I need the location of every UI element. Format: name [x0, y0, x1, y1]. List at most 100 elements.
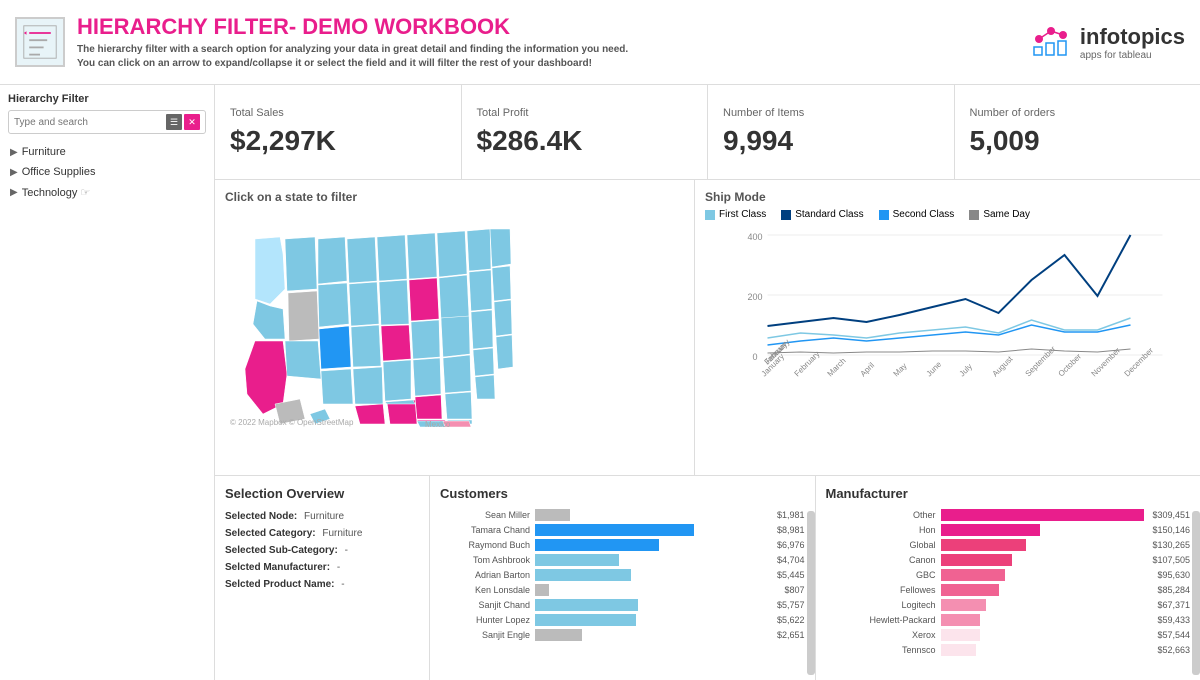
logo-text: infotopics apps for tableau	[1080, 24, 1185, 61]
customer-name: Raymond Buch	[440, 540, 530, 550]
state-az[interactable]	[285, 341, 321, 379]
selection-category-value: Furniture	[322, 528, 362, 539]
app-icon	[15, 17, 65, 67]
customer-bar-fill	[535, 554, 619, 566]
kpi-total-sales-label: Total Sales	[230, 107, 446, 119]
state-va[interactable]	[443, 355, 471, 393]
manufacturer-bar-track	[941, 554, 1145, 566]
state-mt[interactable]	[318, 237, 347, 284]
manufacturer-name: Logitech	[826, 600, 936, 610]
map-copyright: © 2022 Mapbox © OpenStreetMap	[230, 418, 353, 427]
customers-scrollbar[interactable]	[807, 511, 815, 675]
state-nc[interactable]	[445, 392, 472, 419]
map-section: Click on a state to filter	[215, 180, 695, 475]
legend-label-same: Same Day	[983, 209, 1030, 220]
map-container[interactable]: Mexico © 2022 Mapbox © OpenStreetMap	[225, 209, 684, 429]
search-input[interactable]	[14, 117, 166, 128]
main-content: Hierarchy Filter ☰ ✕ ▶ Furniture ▶ Offic…	[0, 85, 1200, 680]
state-id[interactable]	[285, 237, 317, 291]
state-mo[interactable]	[381, 325, 411, 361]
manufacturer-bar-fill	[941, 629, 981, 641]
state-nm[interactable]	[321, 369, 353, 404]
x-jun: June	[925, 359, 944, 378]
customer-bar-row: Hunter Lopez $5,622	[440, 614, 805, 626]
state-wv[interactable]	[441, 316, 470, 357]
logo-name: infotopics	[1080, 24, 1185, 50]
selection-product-value: -	[341, 579, 344, 590]
bottom-row: Selection Overview Selected Node: Furnit…	[215, 475, 1200, 680]
manufacturer-scrollbar[interactable]	[1192, 511, 1200, 675]
manufacturer-value: $309,451	[1152, 510, 1190, 520]
state-ia[interactable]	[379, 280, 409, 325]
selection-node-value: Furniture	[304, 511, 344, 522]
state-sd[interactable]	[349, 282, 379, 326]
selection-category-label: Selected Category:	[225, 528, 316, 539]
state-ok[interactable]	[383, 360, 411, 401]
manufacturer-bar-row: Logitech $67,371	[826, 599, 1191, 611]
state-nv[interactable]	[288, 291, 319, 341]
state-ne[interactable]	[351, 325, 381, 367]
state-mn[interactable]	[377, 235, 407, 281]
state-nj[interactable]	[475, 375, 495, 399]
sidebar-item-technology[interactable]: ▶ Technology ☞	[8, 182, 206, 203]
selection-panel: Selection Overview Selected Node: Furnit…	[215, 476, 430, 680]
state-il[interactable]	[409, 278, 439, 321]
state-me[interactable]	[490, 229, 511, 267]
state-wy[interactable]	[318, 283, 349, 327]
state-wi[interactable]	[407, 233, 437, 279]
customer-bar-fill	[535, 584, 549, 596]
state-mi[interactable]	[437, 231, 467, 277]
legend-dot-second	[879, 210, 889, 220]
infotopics-icon	[1029, 19, 1074, 59]
y-label-400: 400	[748, 232, 763, 242]
manufacturer-value: $59,433	[1157, 615, 1190, 625]
state-ks[interactable]	[353, 367, 383, 404]
manufacturer-bar-fill	[941, 524, 1041, 536]
us-map[interactable]: Mexico	[225, 209, 684, 429]
state-ct[interactable]	[496, 335, 513, 369]
customer-bar-track	[535, 599, 769, 611]
search-actions: ☰ ✕	[166, 114, 200, 130]
y-label-0: 0	[753, 352, 758, 362]
state-ky[interactable]	[413, 358, 441, 396]
cursor-icon: ☞	[80, 186, 90, 199]
selection-subcategory-label: Selected Sub-Category:	[225, 545, 338, 556]
manufacturer-bar-fill	[941, 644, 977, 656]
customer-bar-fill	[535, 614, 636, 626]
customer-name: Hunter Lopez	[440, 615, 530, 625]
content-area: Total Sales $2,297K Total Profit $286.4K…	[215, 85, 1200, 680]
header-description: The hierarchy filter with a search optio…	[77, 43, 628, 71]
sidebar-item-office-supplies[interactable]: ▶ Office Supplies	[8, 162, 206, 182]
manufacturer-bar-track	[941, 629, 1150, 641]
state-tx[interactable]	[355, 404, 385, 424]
search-bar[interactable]: ☰ ✕	[8, 110, 206, 134]
state-in[interactable]	[411, 320, 440, 359]
y-label-200: 200	[748, 292, 763, 302]
state-ny[interactable]	[467, 229, 491, 271]
legend-label-standard: Standard Class	[795, 209, 863, 220]
state-or[interactable]	[253, 301, 285, 339]
state-co[interactable]	[319, 326, 351, 369]
manufacturer-bar-fill	[941, 599, 987, 611]
state-wa[interactable]	[255, 237, 285, 304]
state-pa[interactable]	[469, 270, 492, 311]
customer-bar-row: Sanjit Chand $5,757	[440, 599, 805, 611]
state-de[interactable]	[473, 348, 494, 376]
filter-button[interactable]: ☰	[166, 114, 182, 130]
kpi-num-items-label: Number of Items	[723, 107, 939, 119]
hierarchy-icon	[22, 24, 58, 60]
manufacturer-bar-fill	[941, 614, 981, 626]
customer-value: $5,757	[777, 600, 805, 610]
state-nh[interactable]	[494, 300, 512, 336]
kpi-total-profit-label: Total Profit	[477, 107, 693, 119]
selection-node-label: Selected Node:	[225, 511, 297, 522]
state-tn[interactable]	[415, 395, 442, 419]
clear-button[interactable]: ✕	[184, 114, 200, 130]
state-vt[interactable]	[492, 266, 511, 301]
state-oh[interactable]	[439, 275, 469, 319]
state-nd[interactable]	[347, 237, 377, 283]
manufacturer-bar-row: Hewlett-Packard $59,433	[826, 614, 1191, 626]
state-md[interactable]	[471, 310, 493, 349]
customer-bar-track	[535, 554, 769, 566]
sidebar-item-furniture[interactable]: ▶ Furniture	[8, 142, 206, 162]
